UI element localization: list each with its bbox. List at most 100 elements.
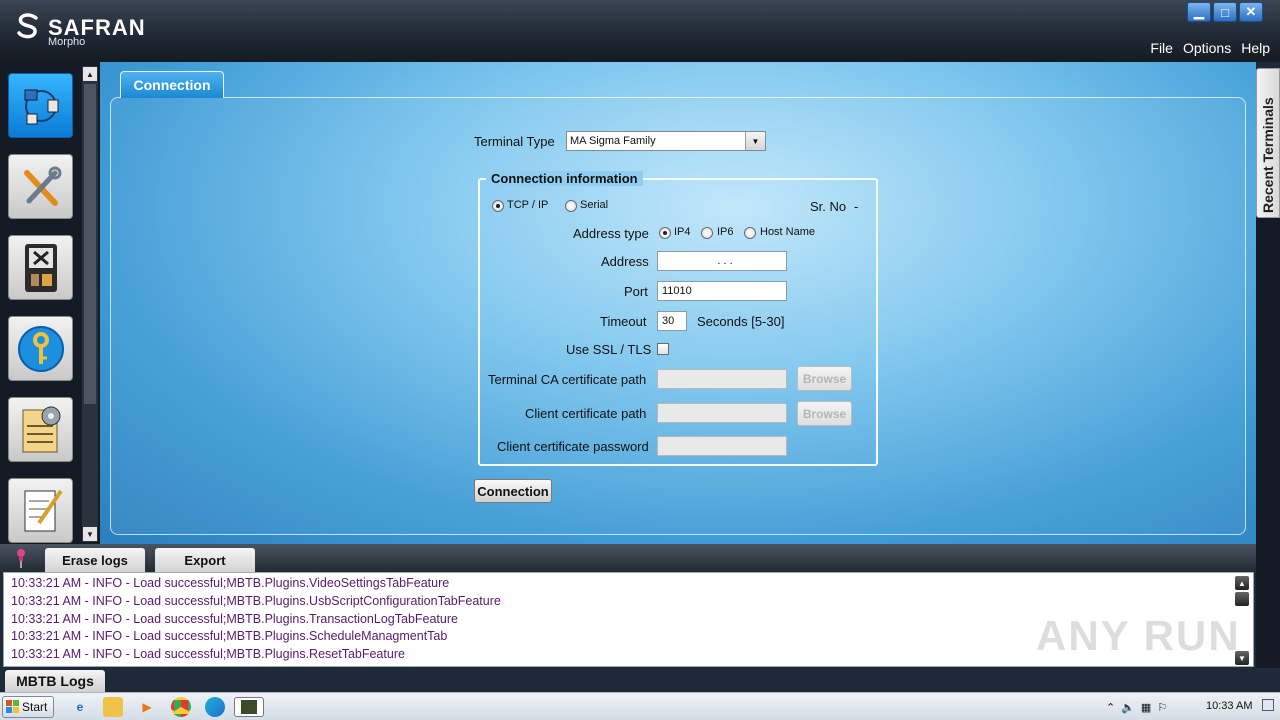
flag-icon[interactable]: ⚐ — [1157, 701, 1167, 714]
terminal-type-select[interactable]: MA Sigma Family ▼ — [566, 131, 766, 151]
serial-radio[interactable] — [565, 200, 577, 212]
tab-mbtb-logs[interactable]: MBTB Logs — [5, 670, 105, 692]
connection-info-title: Connection information — [486, 171, 643, 186]
settings-list-icon — [22, 406, 60, 452]
scroll-down-icon[interactable]: ▼ — [83, 527, 97, 541]
menu-file[interactable]: File — [1150, 40, 1173, 56]
terminal-type-label: Terminal Type — [474, 134, 555, 149]
scroll-thumb[interactable] — [84, 84, 96, 404]
start-label: Start — [22, 700, 48, 714]
logs-toolbar: Erase logs Export — [0, 544, 1256, 572]
client-cert-label: Client certificate path — [525, 406, 647, 421]
tray-expand-icon[interactable]: ⌃ — [1106, 701, 1115, 714]
ca-browse-button[interactable]: Browse — [797, 366, 852, 391]
network-icon[interactable]: ▦ — [1141, 701, 1151, 714]
srno-label: Sr. No — [810, 199, 847, 214]
host-name-label: Host Name — [760, 226, 816, 238]
client-pwd-label: Client certificate password — [497, 439, 649, 454]
client-browse-button[interactable]: Browse — [797, 401, 852, 426]
scroll-thumb[interactable] — [1235, 592, 1249, 606]
srno-value: - — [854, 199, 859, 214]
tools-icon — [23, 166, 61, 206]
maximize-button[interactable]: □ — [1213, 2, 1237, 22]
start-button[interactable]: Start — [2, 696, 54, 718]
log-line: 10:33:21 AM - INFO - Load successful;MBT… — [11, 612, 458, 626]
tab-connection[interactable]: Connection — [120, 71, 224, 98]
title-bar: SAFRAN Morpho ▁ □ ✕ File Options Help — [0, 0, 1280, 62]
taskbar: Start e ▶ ⌃ 🔈 ▦ ⚐ 10:33 AM — [0, 692, 1280, 720]
log-line: 10:33:21 AM - INFO - Load successful;MBT… — [11, 647, 405, 661]
logs-right-strip — [1256, 544, 1280, 668]
notepad-icon — [24, 489, 63, 531]
close-button[interactable]: ✕ — [1239, 2, 1263, 22]
terminal-type-value: MA Sigma Family — [570, 135, 656, 147]
export-button[interactable]: Export — [155, 548, 255, 572]
timeout-unit: Seconds [5-30] — [697, 314, 785, 329]
address-label: Address — [601, 254, 649, 269]
client-pwd-input[interactable] — [657, 436, 787, 456]
ip4-label: IP4 — [674, 226, 691, 238]
key-icon — [17, 325, 64, 372]
minimize-button[interactable]: ▁ — [1187, 2, 1211, 22]
ip6-radio[interactable] — [701, 227, 713, 239]
erase-logs-button[interactable]: Erase logs — [45, 548, 145, 572]
logs-tab-row — [0, 668, 1280, 692]
internet-explorer-icon[interactable]: e — [70, 697, 90, 717]
address-type-label: Address type — [573, 226, 649, 241]
key-button[interactable] — [8, 316, 73, 381]
notepad-button[interactable] — [8, 478, 73, 543]
recent-terminals-label: Recent Terminals — [1260, 97, 1276, 213]
show-desktop-icon[interactable] — [1262, 699, 1274, 711]
settings-list-button[interactable] — [8, 397, 73, 462]
ssl-label: Use SSL / TLS — [566, 342, 652, 357]
log-line: 10:33:21 AM - INFO - Load successful;MBT… — [11, 576, 450, 590]
menu-options[interactable]: Options — [1183, 40, 1231, 56]
right-strip — [1256, 218, 1280, 544]
brand-sub: Morpho — [48, 36, 86, 48]
connection-button[interactable]: Connection — [474, 479, 552, 503]
chevron-down-icon[interactable]: ▼ — [745, 132, 765, 150]
pin-icon[interactable] — [14, 548, 28, 568]
port-label: Port — [624, 284, 648, 299]
file-explorer-icon[interactable] — [103, 697, 123, 717]
recent-terminals-tab[interactable]: Recent Terminals — [1256, 68, 1280, 218]
left-toolbar: ▲ ▼ — [0, 62, 100, 544]
menu-bar: File Options Help — [1150, 40, 1270, 56]
terminal-button[interactable] — [8, 235, 73, 300]
anyrun-watermark: ANY RUN — [1036, 612, 1241, 659]
safran-s-icon — [17, 13, 38, 39]
window-controls: ▁ □ ✕ — [1187, 2, 1263, 22]
terminal-icon — [24, 243, 57, 292]
log-line: 10:33:21 AM - INFO - Load successful;MBT… — [11, 629, 448, 643]
left-toolbar-scrollbar[interactable]: ▲ ▼ — [82, 66, 98, 542]
address-input[interactable]: . . . — [657, 251, 787, 271]
tcp-ip-label: TCP / IP — [507, 199, 549, 211]
ca-cert-label: Terminal CA certificate path — [488, 372, 647, 387]
log-line: 10:33:21 AM - INFO - Load successful;MBT… — [11, 594, 501, 608]
edge-icon[interactable] — [205, 697, 225, 717]
host-name-radio[interactable] — [744, 227, 756, 239]
clock[interactable]: 10:33 AM — [1206, 700, 1252, 712]
scroll-up-icon[interactable]: ▲ — [83, 67, 97, 81]
client-cert-input[interactable] — [657, 403, 787, 423]
chrome-icon[interactable] — [171, 697, 191, 717]
ca-cert-input[interactable] — [657, 369, 787, 389]
timeout-label: Timeout — [600, 314, 647, 329]
scroll-up-icon[interactable]: ▲ — [1235, 576, 1249, 590]
timeout-input[interactable]: 30 — [657, 311, 687, 331]
tools-button[interactable] — [8, 154, 73, 219]
connection-tool-button[interactable] — [8, 73, 73, 138]
serial-label: Serial — [580, 199, 609, 211]
ip6-label: IP6 — [717, 226, 734, 238]
ip4-radio[interactable] — [659, 227, 671, 239]
menu-help[interactable]: Help — [1241, 40, 1270, 56]
system-tray: ⌃ 🔈 ▦ ⚐ — [1106, 696, 1167, 718]
media-player-icon[interactable]: ▶ — [137, 697, 157, 717]
connection-icon — [24, 89, 58, 124]
port-input[interactable]: 11010 — [657, 281, 787, 301]
morpho-app-icon[interactable] — [234, 697, 264, 717]
ssl-checkbox[interactable] — [657, 343, 669, 355]
windows-logo-icon — [6, 700, 19, 713]
tcp-ip-radio[interactable] — [492, 200, 504, 212]
volume-icon[interactable]: 🔈 — [1121, 701, 1135, 714]
